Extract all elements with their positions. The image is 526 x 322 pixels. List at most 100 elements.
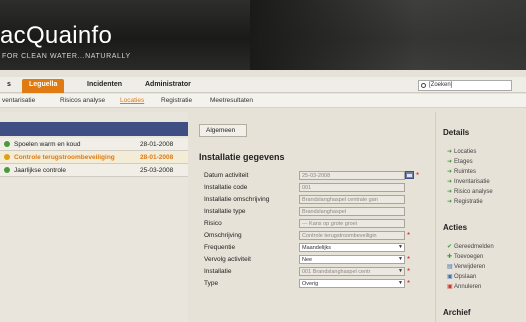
panel-divider — [435, 112, 436, 322]
save-icon: ▣ — [447, 274, 453, 280]
acties-title: Acties — [443, 223, 468, 232]
arrow-right-icon: ➜ — [447, 179, 453, 185]
vervolg-activiteit-select[interactable]: Nee ▼ — [299, 255, 405, 264]
installatie-omschrijving-field[interactable]: Brandslanghaspel centrale gan — [299, 195, 405, 204]
action-label: Annuleren — [454, 284, 482, 290]
chevron-down-icon: ▼ — [398, 244, 403, 250]
status-dot-icon — [4, 154, 10, 160]
submenu-locaties[interactable]: Locaties — [120, 97, 144, 104]
details-link-etages[interactable]: ➜ Etages — [447, 158, 473, 165]
list-item[interactable]: Spoelen warm en koud 28-01-2008 — [0, 138, 188, 151]
app-logo[interactable]: acQuainfo — [0, 22, 112, 50]
submenu-inventarisatie[interactable]: ventarisatie — [2, 97, 35, 104]
toevoegen-button[interactable]: ✚ Toevoegen — [447, 253, 483, 260]
select-value: Overig — [302, 281, 319, 287]
field-label: Installatie omschrijving — [204, 196, 270, 203]
list-item[interactable]: Jaarlijkse controle 25-03-2008 — [0, 164, 188, 177]
field-label: Type — [204, 280, 219, 287]
menu-tab-leguella[interactable]: Leguella — [22, 79, 65, 93]
details-link-label: Locaties — [454, 149, 477, 155]
search-input[interactable]: [Zoeken] — [418, 80, 512, 91]
chevron-down-icon: ▼ — [398, 280, 403, 286]
status-dot-icon — [4, 141, 10, 147]
chevron-down-icon: ▼ — [398, 268, 403, 274]
installatie-select[interactable]: 001 Brandslanghaspel centr ▼ — [299, 267, 405, 276]
field-label: Installatie type — [204, 208, 246, 215]
arrow-right-icon: ➜ — [447, 169, 453, 175]
details-link-label: Risico analyse — [454, 189, 493, 195]
list-item-name: Jaarlijkse controle — [14, 167, 67, 174]
cancel-icon: ▣ — [447, 284, 453, 290]
select-value: Maandelijks — [302, 245, 332, 251]
select-value: Nee — [302, 257, 313, 263]
date-field[interactable]: 25-03-2008 — [299, 171, 405, 180]
details-link-risico-analyse[interactable]: ➜ Risico analyse — [447, 188, 493, 195]
field-label: Frequentie — [204, 244, 236, 251]
chevron-down-icon: ▼ — [398, 256, 403, 262]
check-icon: ✔ — [447, 244, 453, 250]
archief-title: Archief — [443, 308, 471, 317]
opslaan-button[interactable]: ▣Opslaan — [447, 273, 476, 280]
submenu-meetresultaten[interactable]: Meetresultaten — [210, 97, 253, 104]
arrow-right-icon: ➜ — [447, 189, 453, 195]
activity-list-panel: Spoelen warm en koud 28-01-2008 Controle… — [0, 112, 188, 322]
list-item-name: Spoelen warm en koud — [14, 141, 81, 148]
action-label: Verwijderen — [454, 264, 486, 270]
details-link-label: Registratie — [454, 199, 483, 205]
field-label: Vervolg activiteit — [204, 256, 251, 263]
sub-menu: ventarisatie Risicos analyse Locaties Re… — [0, 94, 526, 108]
field-label: Datum activiteit — [204, 172, 249, 179]
list-item-selected[interactable]: Controle terugstroombeveiliging 28-01-20… — [0, 151, 188, 164]
required-marker: * — [407, 255, 411, 264]
search-icon — [421, 83, 426, 88]
list-header — [0, 122, 188, 136]
risico-field[interactable]: --- Kans op grote groei — [299, 219, 405, 228]
details-link-label: Etages — [454, 159, 473, 165]
calendar-icon[interactable] — [405, 171, 414, 179]
select-value: 001 Brandslanghaspel centr — [302, 269, 371, 275]
status-dot-icon — [4, 167, 10, 173]
required-marker: * — [407, 267, 411, 276]
header-texture — [250, 0, 526, 70]
required-marker: * — [407, 231, 411, 240]
submenu-risicos-analyse[interactable]: Risicos analyse — [60, 97, 105, 104]
app-header: acQuainfo FOR CLEAN WATER...NATURALLY — [0, 0, 526, 70]
list-item-date: 28-01-2008 — [140, 154, 174, 161]
action-label: Toevoegen — [454, 254, 484, 260]
list-item-date: 28-01-2008 — [140, 141, 174, 148]
installatie-code-field[interactable]: 001 — [299, 183, 405, 192]
tab-algemeen[interactable]: Algemeen — [199, 124, 247, 137]
details-title: Details — [443, 128, 470, 137]
arrow-right-icon: ➜ — [447, 159, 453, 165]
action-label: Opslaan — [454, 274, 477, 280]
details-link-label: Inventarisatie — [454, 179, 490, 185]
menu-tab-administrator[interactable]: Administrator — [138, 79, 198, 93]
required-marker: * — [407, 279, 411, 288]
list-item-name: Controle terugstroombeveiliging — [14, 154, 115, 161]
annuleren-button[interactable]: ▣Annuleren — [447, 283, 481, 290]
section-title: Installatie gegevens — [199, 152, 285, 162]
details-link-locaties[interactable]: ➜ Locaties — [447, 148, 476, 155]
arrow-right-icon: ➜ — [447, 199, 453, 205]
arrow-right-icon: ➜ — [447, 149, 453, 155]
submenu-registratie[interactable]: Registratie — [161, 97, 192, 104]
verwijderen-button[interactable]: ▤Verwijderen — [447, 263, 485, 270]
required-marker: * — [416, 171, 420, 180]
field-label: Installatie code — [204, 184, 248, 191]
action-label: Gereedmelden — [454, 244, 494, 250]
type-select[interactable]: Overig ▼ — [299, 279, 405, 288]
gereedmelden-button[interactable]: ✔ Gereedmelden — [447, 243, 494, 250]
details-link-registratie[interactable]: ➜ Registratie — [447, 198, 483, 205]
menu-tab-first[interactable]: s — [0, 79, 18, 93]
app-tagline: FOR CLEAN WATER...NATURALLY — [2, 53, 131, 60]
details-link-inventarisatie[interactable]: ➜ Inventarisatie — [447, 178, 490, 185]
frequentie-select[interactable]: Maandelijks ▼ — [299, 243, 405, 252]
search-placeholder: [Zoeken] — [429, 82, 453, 88]
plus-icon: ✚ — [447, 254, 453, 260]
field-label: Risico — [204, 220, 222, 227]
menu-tab-incidenten[interactable]: Incidenten — [80, 79, 129, 93]
installatie-type-field[interactable]: Brandslanghaspel — [299, 207, 405, 216]
omschrijving-field[interactable]: Controle terugstroombeveiligin — [299, 231, 405, 240]
list-item-date: 25-03-2008 — [140, 167, 174, 174]
details-link-ruimtes[interactable]: ➜ Ruimtes — [447, 168, 476, 175]
